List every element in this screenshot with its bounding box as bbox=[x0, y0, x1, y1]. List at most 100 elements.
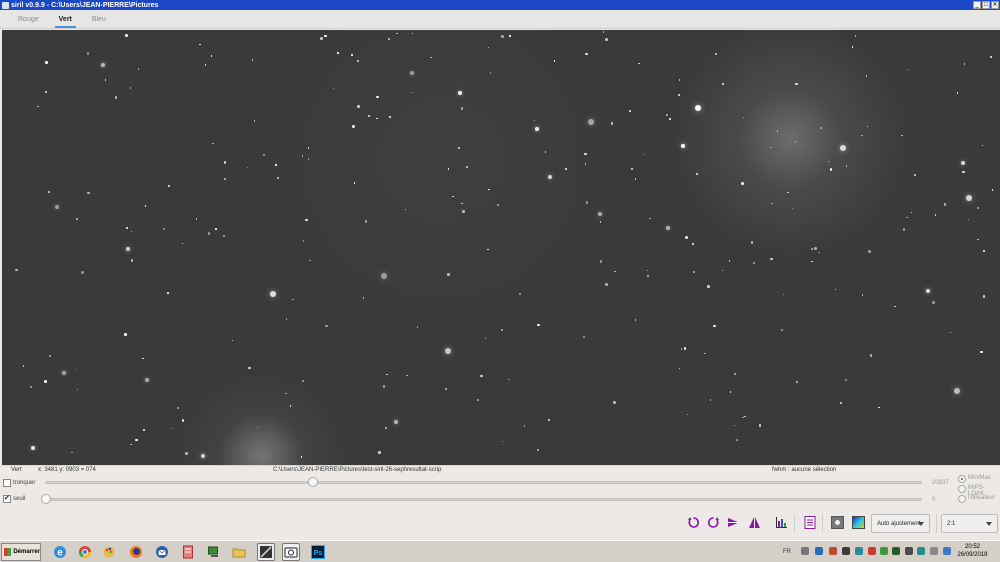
paint-app-icon[interactable] bbox=[101, 543, 119, 561]
star bbox=[794, 141, 797, 143]
star bbox=[501, 35, 504, 38]
star bbox=[980, 350, 983, 354]
title-bar: siril v0.9.9 - C:\Users\JEAN-PIERRE\Pict… bbox=[0, 0, 1000, 10]
star bbox=[693, 271, 695, 273]
window-controls: _ □ ✕ bbox=[973, 1, 999, 9]
star bbox=[781, 329, 783, 331]
minmax-label: Min/Max bbox=[968, 475, 991, 481]
svg-text:e: e bbox=[57, 548, 63, 559]
histogram-icon[interactable] bbox=[774, 515, 788, 529]
star bbox=[599, 221, 602, 223]
tray-icon[interactable] bbox=[815, 547, 823, 555]
star bbox=[728, 260, 731, 262]
star bbox=[167, 292, 169, 294]
seuil-checkbox[interactable] bbox=[3, 494, 11, 503]
star bbox=[509, 35, 511, 37]
star bbox=[962, 170, 965, 174]
status-coordinates: x: 3481 y: 0903 = 074 bbox=[38, 467, 96, 473]
star bbox=[865, 75, 868, 77]
star bbox=[277, 177, 279, 179]
star bbox=[610, 122, 614, 125]
tab-rouge[interactable]: Rouge bbox=[8, 10, 49, 29]
star bbox=[199, 43, 201, 46]
photometry-icon[interactable] bbox=[830, 515, 844, 529]
webcam-app-icon[interactable] bbox=[282, 543, 300, 561]
tray-icon[interactable] bbox=[905, 547, 913, 555]
start-button[interactable]: Démarrer bbox=[1, 543, 41, 561]
minimize-button[interactable]: _ bbox=[973, 1, 981, 9]
low-slider-track[interactable] bbox=[45, 498, 922, 501]
star bbox=[544, 151, 547, 153]
star bbox=[585, 52, 588, 56]
volume-icon[interactable] bbox=[930, 547, 938, 555]
language-indicator[interactable]: FR bbox=[783, 543, 791, 561]
star bbox=[337, 52, 339, 54]
network-app-icon[interactable] bbox=[205, 543, 223, 561]
close-button[interactable]: ✕ bbox=[991, 1, 999, 9]
tray-icon[interactable] bbox=[842, 547, 850, 555]
svg-text:Ps: Ps bbox=[314, 550, 323, 557]
star bbox=[480, 374, 483, 378]
status-channel: Vert bbox=[11, 467, 22, 473]
rotate-left-icon[interactable] bbox=[686, 515, 700, 529]
internet-explorer-icon[interactable]: e bbox=[51, 543, 69, 561]
tray-icon[interactable] bbox=[868, 547, 876, 555]
star bbox=[583, 336, 585, 338]
star bbox=[357, 60, 359, 62]
tray-icon[interactable] bbox=[801, 547, 809, 555]
mirror-y-icon[interactable] bbox=[747, 515, 761, 529]
chrome-icon[interactable] bbox=[76, 543, 94, 561]
thunderbird-icon[interactable] bbox=[153, 543, 171, 561]
zoom-value: 2:1 bbox=[947, 520, 956, 527]
star bbox=[86, 52, 90, 55]
star bbox=[914, 174, 916, 176]
star bbox=[163, 228, 165, 230]
star bbox=[445, 347, 452, 354]
high-slider-thumb[interactable] bbox=[308, 477, 318, 487]
minmax-radio[interactable] bbox=[958, 475, 966, 483]
low-slider-value: 0 bbox=[932, 497, 936, 503]
display-mode-dropdown[interactable]: Auto ajustement bbox=[871, 514, 930, 533]
mips-radio[interactable] bbox=[958, 485, 966, 493]
network-icon[interactable] bbox=[943, 547, 951, 555]
maximize-button[interactable]: □ bbox=[982, 1, 990, 9]
image-canvas[interactable] bbox=[2, 30, 1000, 465]
star bbox=[729, 391, 732, 393]
star bbox=[829, 168, 833, 171]
tray-icon[interactable] bbox=[917, 547, 925, 555]
file-explorer-icon[interactable] bbox=[230, 543, 248, 561]
star bbox=[351, 54, 353, 56]
star bbox=[477, 399, 479, 401]
utilisateur-radio[interactable] bbox=[958, 495, 966, 503]
notebook-app-icon[interactable] bbox=[179, 543, 197, 561]
seuil-label: seuil bbox=[13, 496, 26, 502]
firefox-icon[interactable] bbox=[127, 543, 145, 561]
tray-icon[interactable] bbox=[829, 547, 837, 555]
tray-icon[interactable] bbox=[892, 547, 900, 555]
siril-taskbar-button[interactable] bbox=[257, 543, 275, 561]
low-slider-thumb[interactable] bbox=[41, 494, 51, 504]
tray-icon[interactable] bbox=[855, 547, 863, 555]
star bbox=[869, 354, 873, 357]
high-slider-track[interactable] bbox=[45, 481, 922, 484]
star bbox=[207, 232, 211, 235]
system-clock[interactable]: 20:52 26/09/2018 bbox=[955, 543, 990, 559]
star bbox=[742, 416, 744, 419]
tronquer-checkbox[interactable] bbox=[3, 479, 11, 487]
star bbox=[353, 182, 356, 184]
star bbox=[965, 195, 972, 201]
star bbox=[704, 352, 706, 355]
log-icon[interactable] bbox=[803, 515, 817, 529]
star bbox=[744, 415, 746, 418]
photoshop-icon[interactable]: Ps bbox=[309, 543, 327, 561]
star bbox=[840, 144, 847, 151]
star bbox=[523, 425, 526, 427]
tray-icon[interactable] bbox=[880, 547, 888, 555]
tab-vert[interactable]: Vert bbox=[49, 10, 82, 29]
tab-bleu[interactable]: Bleu bbox=[82, 10, 116, 29]
zoom-dropdown[interactable]: 2:1 bbox=[941, 514, 998, 533]
mirror-x-icon[interactable] bbox=[726, 515, 740, 529]
color-map-icon[interactable] bbox=[851, 515, 865, 529]
rotate-right-icon[interactable] bbox=[706, 515, 720, 529]
star bbox=[185, 452, 188, 455]
